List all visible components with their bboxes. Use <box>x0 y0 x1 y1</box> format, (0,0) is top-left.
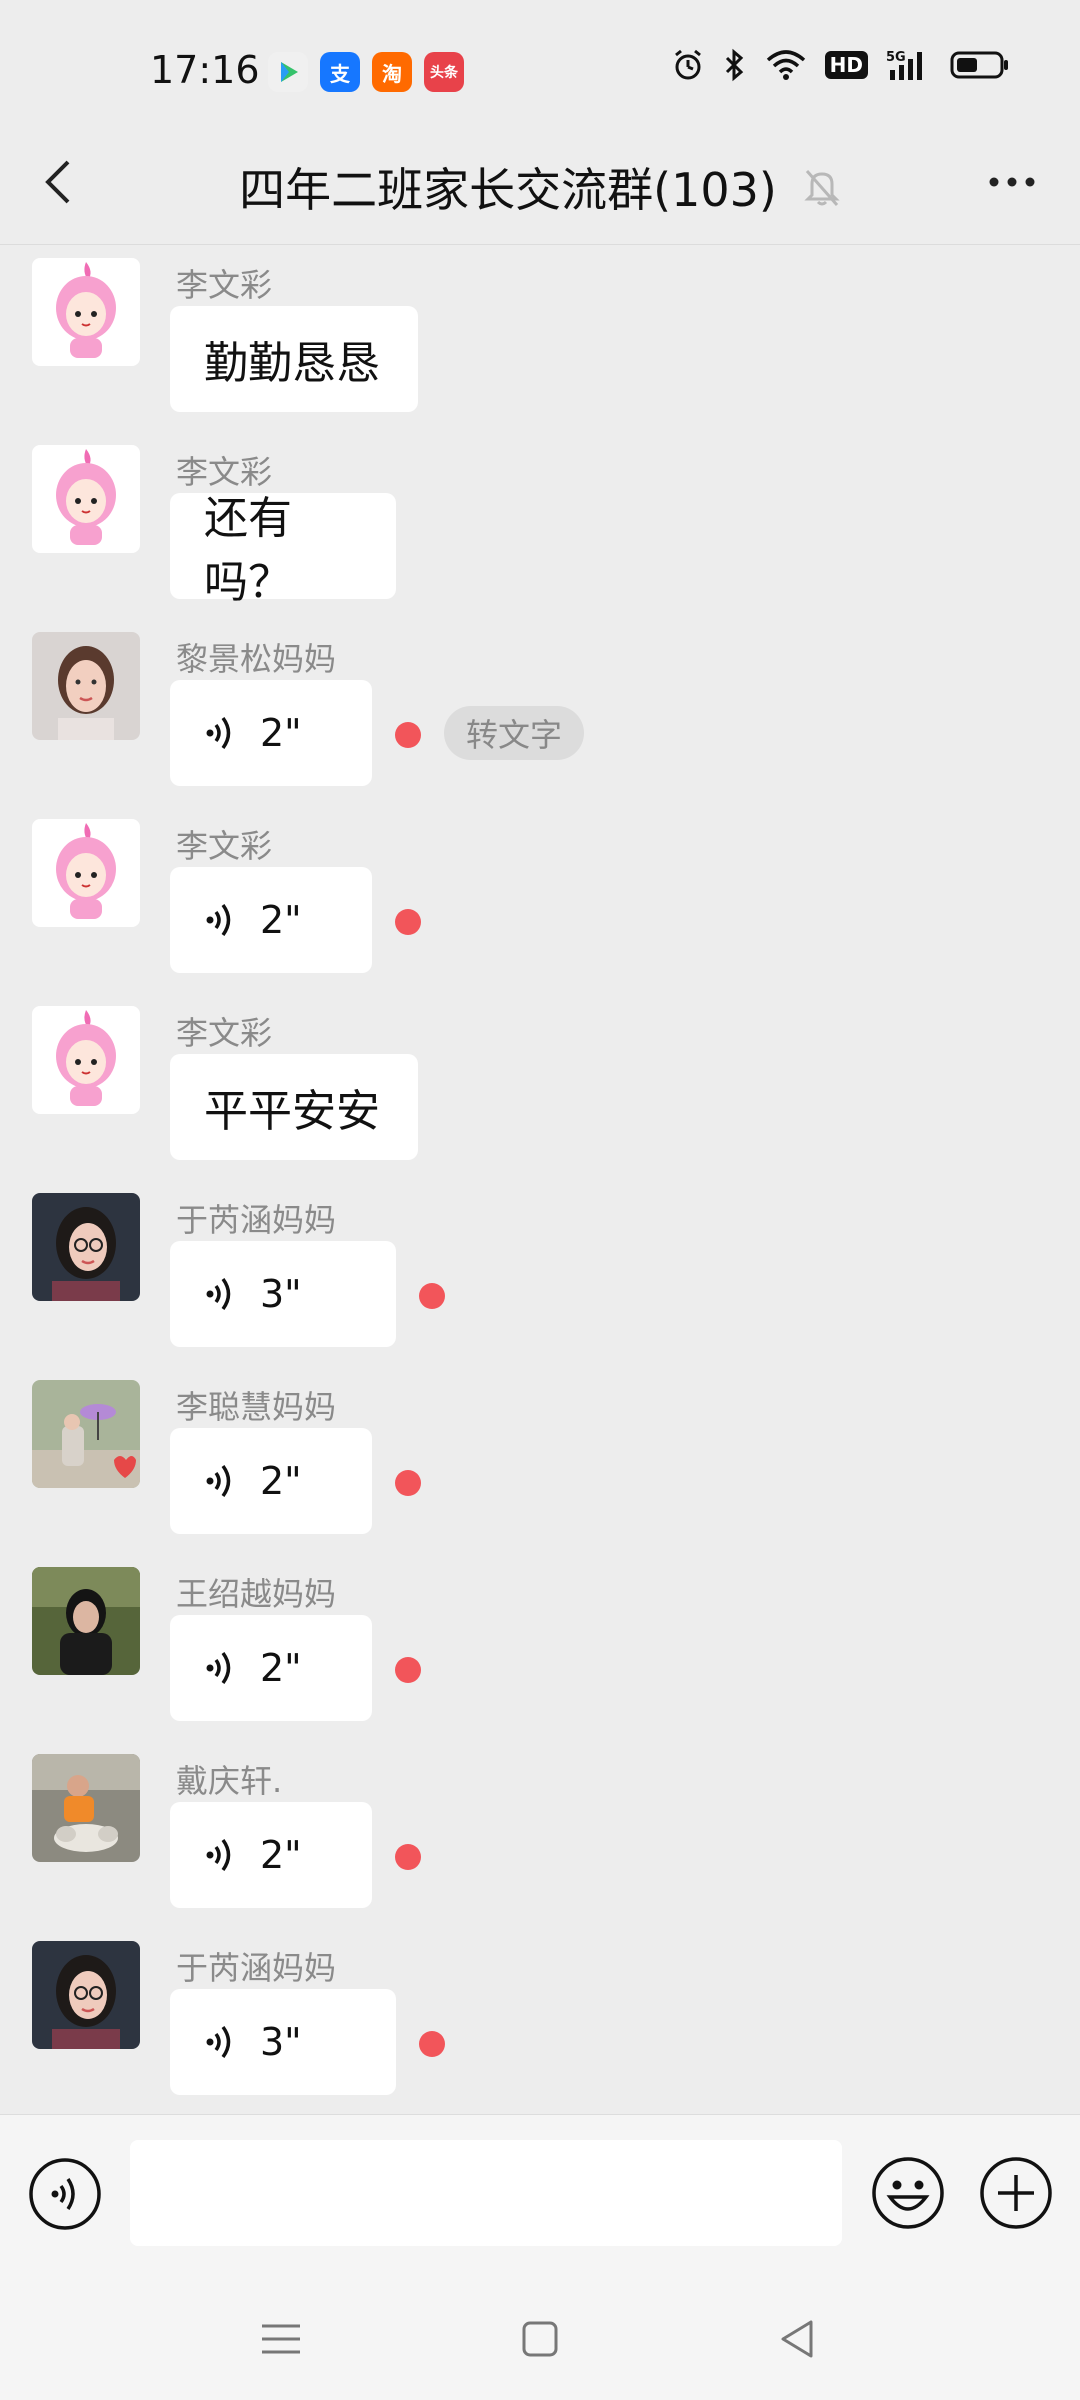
sender-name: 李聪慧妈妈 <box>176 1388 337 1426</box>
voice-message-bubble[interactable]: 2" <box>170 1615 372 1721</box>
status-app-icons: 支 淘 头条 <box>268 52 464 92</box>
message-input[interactable] <box>130 2140 842 2246</box>
voice-message-bubble[interactable]: 2" <box>170 867 372 973</box>
avatar[interactable] <box>32 819 140 927</box>
toutiao-icon: 头条 <box>424 52 464 92</box>
voice-wave-icon <box>206 1651 231 1685</box>
hd-badge: HD <box>824 51 868 79</box>
message-item: 李文彩 平平安安 <box>0 992 1080 1179</box>
voice-message-bubble[interactable]: 2" <box>170 680 372 786</box>
status-bar: 17:16 支 淘 头条 HD 5G <box>0 0 1080 128</box>
voice-wave-icon <box>206 716 231 750</box>
voice-duration: 3" <box>260 1272 302 1316</box>
avatar[interactable] <box>32 1380 140 1488</box>
avatar[interactable] <box>32 1006 140 1114</box>
unread-dot <box>395 909 421 935</box>
text-message-bubble[interactable]: 勤勤恳恳 <box>170 306 418 412</box>
voice-message-bubble[interactable]: 3" <box>170 1989 396 2095</box>
chat-header: 四年二班家长交流群(103) <box>0 128 1080 245</box>
message-item: 王绍越妈妈 2" <box>0 1553 1080 1740</box>
sender-name: 李文彩 <box>176 1014 273 1052</box>
sender-name: 于芮涵妈妈 <box>176 1949 337 1987</box>
voice-message-bubble[interactable]: 2" <box>170 1802 372 1908</box>
unread-dot <box>419 2031 445 2057</box>
voice-duration: 2" <box>260 1833 302 1877</box>
more-options-icon[interactable] <box>980 150 1044 214</box>
alipay-icon: 支 <box>320 52 360 92</box>
voice-duration: 2" <box>260 711 302 755</box>
system-nav-bar <box>0 2284 1080 2400</box>
avatar[interactable] <box>32 632 140 740</box>
menu-icon[interactable] <box>256 2314 306 2364</box>
back-triangle-icon[interactable] <box>773 2314 823 2364</box>
avatar[interactable] <box>32 1193 140 1301</box>
status-time: 17:16 <box>150 48 260 92</box>
sender-name: 戴庆轩. <box>176 1762 283 1800</box>
avatar[interactable] <box>32 1567 140 1675</box>
sender-name: 于芮涵妈妈 <box>176 1201 337 1239</box>
svg-text:5G: 5G <box>886 50 906 65</box>
voice-wave-icon <box>206 903 231 937</box>
message-item: 黎景松妈妈 2" 转文字 <box>0 618 1080 805</box>
unread-dot <box>395 1470 421 1496</box>
voice-message-bubble[interactable]: 3" <box>170 1241 396 1347</box>
battery-icon <box>950 51 1008 79</box>
voice-wave-icon <box>206 1464 231 1498</box>
avatar[interactable] <box>32 1941 140 2049</box>
home-icon[interactable] <box>515 2314 565 2364</box>
input-bar <box>0 2114 1080 2285</box>
voice-wave-icon <box>206 2025 231 2059</box>
sender-name: 李文彩 <box>176 266 273 304</box>
play-app-icon <box>268 52 308 92</box>
mute-bell-icon <box>804 170 840 206</box>
text-message-bubble[interactable]: 平平安安 <box>170 1054 418 1160</box>
voice-duration: 2" <box>260 1646 302 1690</box>
message-item: 于芮涵妈妈 3" <box>0 1927 1080 2114</box>
unread-dot <box>419 1283 445 1309</box>
message-item: 李文彩 还有吗？ <box>0 431 1080 618</box>
bluetooth-icon <box>725 48 743 82</box>
unread-dot <box>395 1657 421 1683</box>
voice-duration: 2" <box>260 898 302 942</box>
avatar[interactable] <box>32 1754 140 1862</box>
taobao-icon: 淘 <box>372 52 412 92</box>
unread-dot <box>395 1844 421 1870</box>
alarm-icon <box>674 49 701 80</box>
unread-dot <box>395 722 421 748</box>
sender-name: 王绍越妈妈 <box>176 1575 337 1613</box>
avatar[interactable] <box>32 258 140 366</box>
convert-to-text-button[interactable]: 转文字 <box>444 706 585 760</box>
voice-input-toggle-icon[interactable] <box>28 2157 102 2231</box>
message-item: 李文彩 勤勤恳恳 <box>0 244 1080 431</box>
message-item: 李聪慧妈妈 2" <box>0 1366 1080 1553</box>
message-item: 戴庆轩. 2" <box>0 1740 1080 1927</box>
message-item: 李文彩 2" <box>0 805 1080 992</box>
voice-message-bubble[interactable]: 2" <box>170 1428 372 1534</box>
wifi-icon <box>766 50 805 80</box>
signal-5g-icon: 5G <box>886 50 922 80</box>
voice-duration: 2" <box>260 1459 302 1503</box>
voice-wave-icon <box>206 1838 231 1872</box>
chat-title[interactable]: 四年二班家长交流群(103) <box>239 154 777 220</box>
sender-name: 黎景松妈妈 <box>176 640 337 678</box>
avatar[interactable] <box>32 445 140 553</box>
voice-duration: 3" <box>260 2020 302 2064</box>
emoji-icon[interactable] <box>870 2155 946 2231</box>
plus-icon[interactable] <box>978 2155 1054 2231</box>
status-indicators: HD 5G <box>671 48 1010 82</box>
message-list[interactable]: 李文彩 勤勤恳恳 李文彩 还有吗？ 黎景松妈妈 2" 转文字 李文彩 2" 李文… <box>0 244 1080 2114</box>
sender-name: 李文彩 <box>176 827 273 865</box>
message-item: 于芮涵妈妈 3" <box>0 1179 1080 1366</box>
voice-wave-icon <box>206 1277 231 1311</box>
text-message-bubble[interactable]: 还有吗？ <box>170 493 396 608</box>
